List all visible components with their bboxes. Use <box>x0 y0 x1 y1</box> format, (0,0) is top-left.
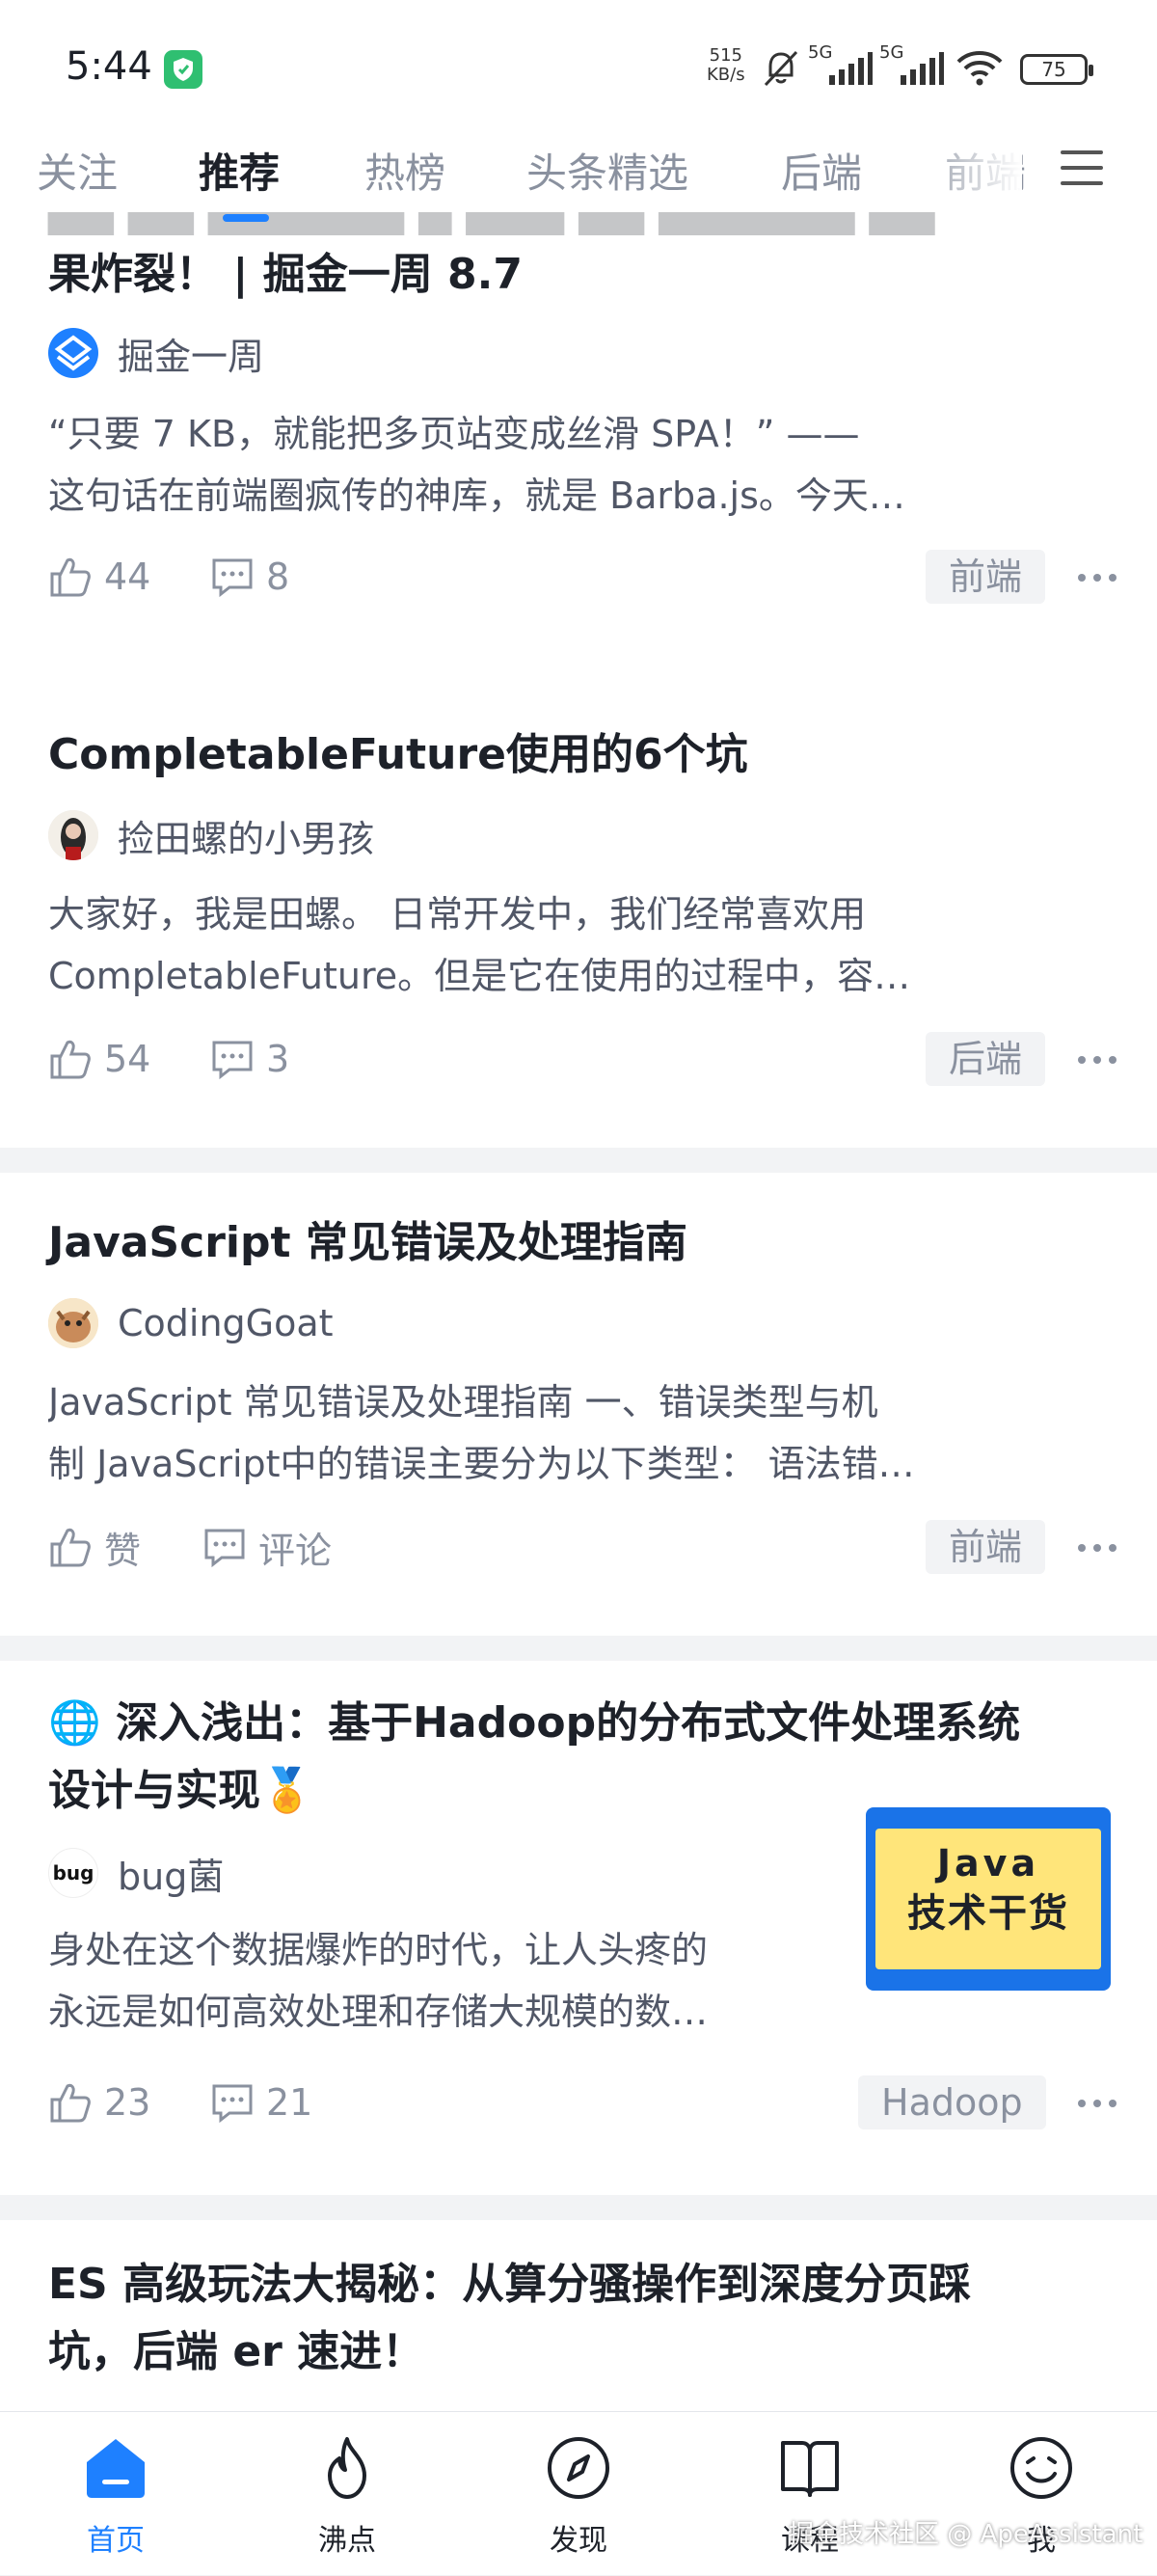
network-speed: 515 KB/s <box>707 45 745 85</box>
category-tag[interactable]: Hadoop <box>858 2075 1046 2129</box>
author-avatar <box>48 1298 98 1348</box>
article-thumbnail[interactable]: Java 技术干货 <box>866 1807 1111 1991</box>
article-title[interactable]: JavaScript 常见错误及处理指南 <box>48 1209 1109 1277</box>
nav-me[interactable]: 我 <box>960 2412 1115 2576</box>
comment-button[interactable]: 评论 <box>202 1520 332 1574</box>
more-options-icon[interactable] <box>1078 550 1120 604</box>
author-name: 掘金一周 <box>118 335 265 378</box>
article-card[interactable]: ES 高级玩法大揭秘：从算分骚操作到深度分页踩 坑，后端 er 速进！ <box>0 2220 1157 2411</box>
like-button[interactable]: 23 <box>48 2075 150 2129</box>
article-excerpt[interactable]: 身处在这个数据爆炸的时代，让人头疼的 永远是如何高效处理和存储大规模的数… <box>48 1919 839 2043</box>
nav-pins[interactable]: 沸点 <box>266 2412 420 2576</box>
status-bar: 5:44 515 KB/s 5G 5G 75 <box>0 0 1157 135</box>
category-tag[interactable]: 后端 <box>926 1032 1046 1086</box>
active-tab-indicator <box>223 214 269 222</box>
watermark: 掘金技术社区 @ ApeAssistant <box>789 2520 1144 2549</box>
article-card[interactable]: CompletableFuture使用的6个坑 捡田螺的小男孩 大家好，我是田螺… <box>0 685 1157 1148</box>
profile-face-icon <box>1010 2437 1072 2499</box>
article-author[interactable]: CodingGoat <box>48 1296 334 1350</box>
signal-strength-icon <box>901 52 944 85</box>
tab-backend[interactable]: 后端 <box>781 141 862 200</box>
tabs-fade <box>906 135 1022 212</box>
more-options-icon[interactable] <box>1078 1520 1120 1574</box>
comment-button[interactable]: 8 <box>210 550 289 604</box>
tab-headlines[interactable]: 头条精选 <box>526 141 688 200</box>
comment-icon <box>212 2084 253 2124</box>
like-button[interactable]: 赞 <box>48 1520 141 1574</box>
comment-icon <box>204 1529 245 1568</box>
tab-follow[interactable]: 关注 <box>37 141 118 200</box>
more-options-icon[interactable] <box>1078 2075 1120 2129</box>
compass-icon <box>548 2437 609 2499</box>
article-card[interactable]: JavaScript 常见错误及处理指南 CodingGoat JavaScri… <box>0 1173 1157 1636</box>
like-button[interactable]: 54 <box>48 1032 150 1086</box>
article-card[interactable]: 🌐 深入浅出：基于Hadoop的分布式文件处理系统 设计与实现🏅 bug bug… <box>0 1661 1157 2195</box>
article-author[interactable]: 捡田螺的小男孩 <box>48 808 374 862</box>
wifi-icon <box>956 51 1003 86</box>
battery-indicator: 75 <box>1020 54 1093 85</box>
article-title[interactable]: 果炸裂！ | 掘金一周 8.7 <box>48 241 1109 309</box>
signal-strength-icon <box>829 52 873 85</box>
more-options-icon[interactable] <box>1078 1032 1120 1086</box>
article-feed[interactable]: ▀▀ ▀▀ ▀▀▀▀▀▀ ▀ ▀▀▀ ▀▀ ▀▀▀▀▀▀ ▀▀ 果炸裂！ | 掘… <box>0 212 1157 2411</box>
article-excerpt[interactable]: 大家好，我是田螺。 日常开发中，我们经常喜欢用 CompletableFutur… <box>48 883 1070 1007</box>
category-tabs: 关注 推荐 热榜 头条精选 后端 前端 <box>0 135 1157 212</box>
home-icon <box>87 2439 145 2498</box>
article-excerpt[interactable]: “只要 7 KB，就能把多页站变成丝滑 SPA！” —— 这句话在前端圈疯传的神… <box>48 403 1070 527</box>
thumbs-up-icon <box>50 2083 91 2123</box>
article-title[interactable]: ES 高级玩法大揭秘：从算分骚操作到深度分页踩 坑，后端 er 速进！ <box>48 2251 1109 2386</box>
comment-button[interactable]: 3 <box>210 1032 289 1086</box>
thumbs-up-icon <box>50 557 91 597</box>
article-author[interactable]: bug bug菌 <box>48 1846 224 1900</box>
author-avatar <box>48 810 98 860</box>
book-icon <box>781 2441 839 2497</box>
security-shield-icon <box>164 50 202 89</box>
nav-discover[interactable]: 发现 <box>498 2412 652 2576</box>
like-button[interactable]: 44 <box>48 550 150 604</box>
thumbnail-banner: Java 技术干货 <box>875 1829 1101 1969</box>
article-author[interactable]: 掘金一周 <box>48 326 264 380</box>
tab-recommend[interactable]: 推荐 <box>199 141 280 200</box>
tab-menu-icon[interactable] <box>1061 150 1103 189</box>
category-tag[interactable]: 前端 <box>926 550 1046 604</box>
author-avatar: bug <box>48 1848 98 1898</box>
author-name: CodingGoat <box>118 1302 334 1344</box>
thumbs-up-icon <box>50 1528 91 1567</box>
nav-courses[interactable]: 课程 <box>729 2412 883 2576</box>
author-name: bug菌 <box>118 1855 225 1898</box>
article-excerpt[interactable]: JavaScript 常见错误及处理指南 一、错误类型与机 制 JavaScri… <box>48 1371 1070 1495</box>
mute-bell-icon <box>764 50 798 87</box>
clock: 5:44 <box>66 44 152 89</box>
category-tag[interactable]: 前端 <box>926 1520 1046 1574</box>
article-title[interactable]: CompletableFuture使用的6个坑 <box>48 721 1109 789</box>
author-avatar <box>48 328 98 378</box>
comment-icon <box>212 1041 253 1080</box>
article-title[interactable]: 🌐 深入浅出：基于Hadoop的分布式文件处理系统 设计与实现🏅 <box>48 1690 1109 1825</box>
thumbs-up-icon <box>50 1040 91 1079</box>
tab-hot[interactable]: 热榜 <box>364 141 445 200</box>
author-name: 捡田螺的小男孩 <box>118 817 375 860</box>
nav-home[interactable]: 首页 <box>35 2412 189 2576</box>
flame-icon <box>328 2437 366 2499</box>
comment-icon <box>212 558 253 598</box>
bottom-navigation: 首页 沸点 发现 课程 我 掘金技术社区 @ ApeAssistant <box>0 2411 1157 2575</box>
comment-button[interactable]: 21 <box>210 2075 312 2129</box>
